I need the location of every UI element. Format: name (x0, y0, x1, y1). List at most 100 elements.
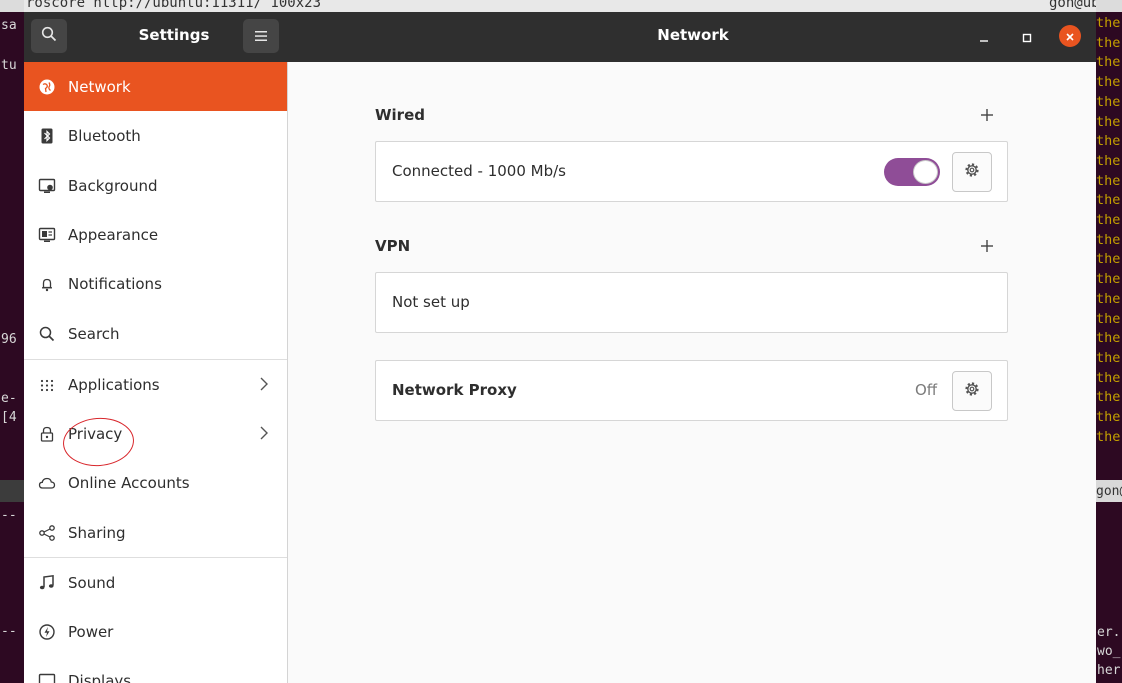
sidebar-item-background[interactable]: Background (24, 161, 287, 210)
sidebar-item-label: Appearance (68, 225, 159, 244)
close-button[interactable] (1059, 25, 1081, 47)
display-icon (38, 672, 56, 683)
sidebar-item-label: Displays (68, 671, 132, 683)
lock-icon (38, 425, 56, 443)
plus-icon (980, 107, 994, 126)
terminal-output-line: the (1096, 133, 1121, 150)
grid-icon (38, 376, 56, 394)
maximize-icon (1022, 28, 1032, 47)
wired-settings-button[interactable] (952, 152, 992, 192)
terminal-left-fragment: sa (1, 18, 17, 33)
terminal-left-fragment: tu (1, 58, 17, 73)
terminal-output-line: the (1096, 409, 1121, 426)
search-icon (41, 26, 57, 46)
sidebar-title: Settings (138, 26, 210, 44)
add-vpn-button[interactable] (977, 237, 997, 257)
terminal-output-line: the (1096, 212, 1121, 229)
sidebar-item-network[interactable]: Network (24, 62, 287, 111)
chevron-right-icon (260, 426, 268, 440)
terminal-output-line: the (1096, 34, 1121, 51)
settings-window: Settings Network Network Bluetooth Backg… (24, 12, 1096, 683)
primary-menu-button[interactable] (243, 19, 279, 53)
sidebar-item-appearance[interactable]: Appearance (24, 210, 287, 259)
chevron-right-icon (260, 377, 268, 391)
terminal-right-tail: wo_ (1097, 644, 1121, 659)
network-proxy-label: Network Proxy (392, 381, 517, 399)
share-icon (38, 524, 56, 542)
plus-icon (980, 238, 994, 257)
sidebar-item-sound[interactable]: Sound (24, 558, 287, 607)
sidebar-item-label: Network (68, 77, 131, 96)
terminal-output-line: the (1096, 192, 1121, 209)
sidebar-item-label: Power (68, 622, 114, 641)
terminal-output-line: the (1096, 74, 1121, 91)
wired-toggle-switch[interactable] (884, 158, 940, 186)
terminal-output-line: the (1096, 113, 1121, 130)
sidebar-item-label: Online Accounts (68, 473, 190, 492)
network-proxy-row[interactable]: Network Proxy Off (375, 360, 1008, 421)
wired-section-title: Wired (375, 106, 425, 124)
background-icon (38, 177, 56, 195)
terminal-output-line: the (1096, 93, 1121, 110)
terminal-output-line: the (1096, 389, 1121, 406)
terminal-left-titlebar (0, 0, 24, 12)
sidebar-item-bluetooth[interactable]: Bluetooth (24, 111, 287, 160)
settings-sidebar: Network Bluetooth Background Appearance … (24, 62, 288, 683)
terminal-output-line: the (1096, 290, 1121, 307)
sidebar-item-search[interactable]: Search (24, 309, 287, 358)
terminal-right-title-trunc: gon@ (1096, 484, 1122, 499)
wired-status: Connected - 1000 Mb/s (392, 162, 566, 180)
sidebar-item-label: Applications (68, 375, 160, 394)
maximize-button[interactable] (1015, 25, 1039, 49)
cloud-icon (38, 474, 56, 492)
terminal-output-line: the (1096, 231, 1121, 248)
terminal-right-tail: her (1097, 663, 1121, 678)
bluetooth-icon (38, 127, 56, 145)
background-terminal-right: the the the the the the the the the the the the the t… (1096, 0, 1122, 683)
proxy-state: Off (915, 381, 938, 399)
hamburger-menu-icon (254, 27, 268, 46)
sidebar-item-label: Search (68, 324, 120, 343)
terminal-left-fragment: 96 (1, 332, 17, 347)
sidebar-item-applications[interactable]: Applications (24, 360, 287, 409)
terminal-title: roscore http://ubuntu:11311/ 100x23 (26, 0, 322, 11)
terminal-right-output: the the the the the the the the the the the the the t… (1096, 14, 1122, 447)
terminal-output-line: the (1096, 271, 1121, 288)
minimize-icon (979, 28, 989, 47)
search-icon (38, 325, 56, 343)
gear-icon (962, 160, 982, 184)
vpn-status: Not set up (392, 293, 470, 311)
add-wired-button[interactable] (977, 106, 997, 126)
background-terminal-titlebar: roscore http://ubuntu:11311/ 100x23 gon@… (24, 0, 1096, 12)
sidebar-item-displays[interactable]: Displays (24, 656, 287, 683)
terminal-right-tail: er. (1097, 625, 1121, 640)
appearance-icon (38, 226, 56, 244)
sidebar-item-notifications[interactable]: Notifications (24, 259, 287, 308)
proxy-settings-button[interactable] (952, 371, 992, 411)
music-note-icon (38, 574, 56, 592)
vpn-section-title: VPN (375, 237, 411, 255)
headerbar: Settings Network (24, 12, 1096, 62)
terminal-output-line: the (1096, 152, 1121, 169)
terminal-left-fragment: e- (1, 391, 17, 406)
terminal-title-right: gon@ubu (1049, 0, 1096, 11)
panel-title: Network (657, 26, 729, 44)
minimize-button[interactable] (972, 25, 996, 49)
sidebar-item-sharing[interactable]: Sharing (24, 508, 287, 557)
sidebar-item-label: Background (68, 176, 158, 195)
wired-connection-row: Connected - 1000 Mb/s (375, 141, 1008, 202)
sidebar-item-online-accounts[interactable]: Online Accounts (24, 458, 287, 507)
terminal-output-line: the (1096, 54, 1121, 71)
search-button[interactable] (31, 19, 67, 53)
sidebar-item-label: Sound (68, 573, 116, 592)
sidebar-item-power[interactable]: Power (24, 607, 287, 656)
terminal-left-divider (0, 480, 24, 502)
terminal-left-fragment: -- (1, 508, 17, 523)
terminal-output-line: the (1096, 310, 1121, 327)
sidebar-item-privacy[interactable]: Privacy (24, 409, 287, 458)
terminal-output-line: the (1096, 330, 1121, 347)
sidebar-item-label: Sharing (68, 523, 126, 542)
vpn-row: Not set up (375, 272, 1008, 333)
terminal-output-line: the (1096, 349, 1121, 366)
bell-icon (38, 275, 56, 293)
